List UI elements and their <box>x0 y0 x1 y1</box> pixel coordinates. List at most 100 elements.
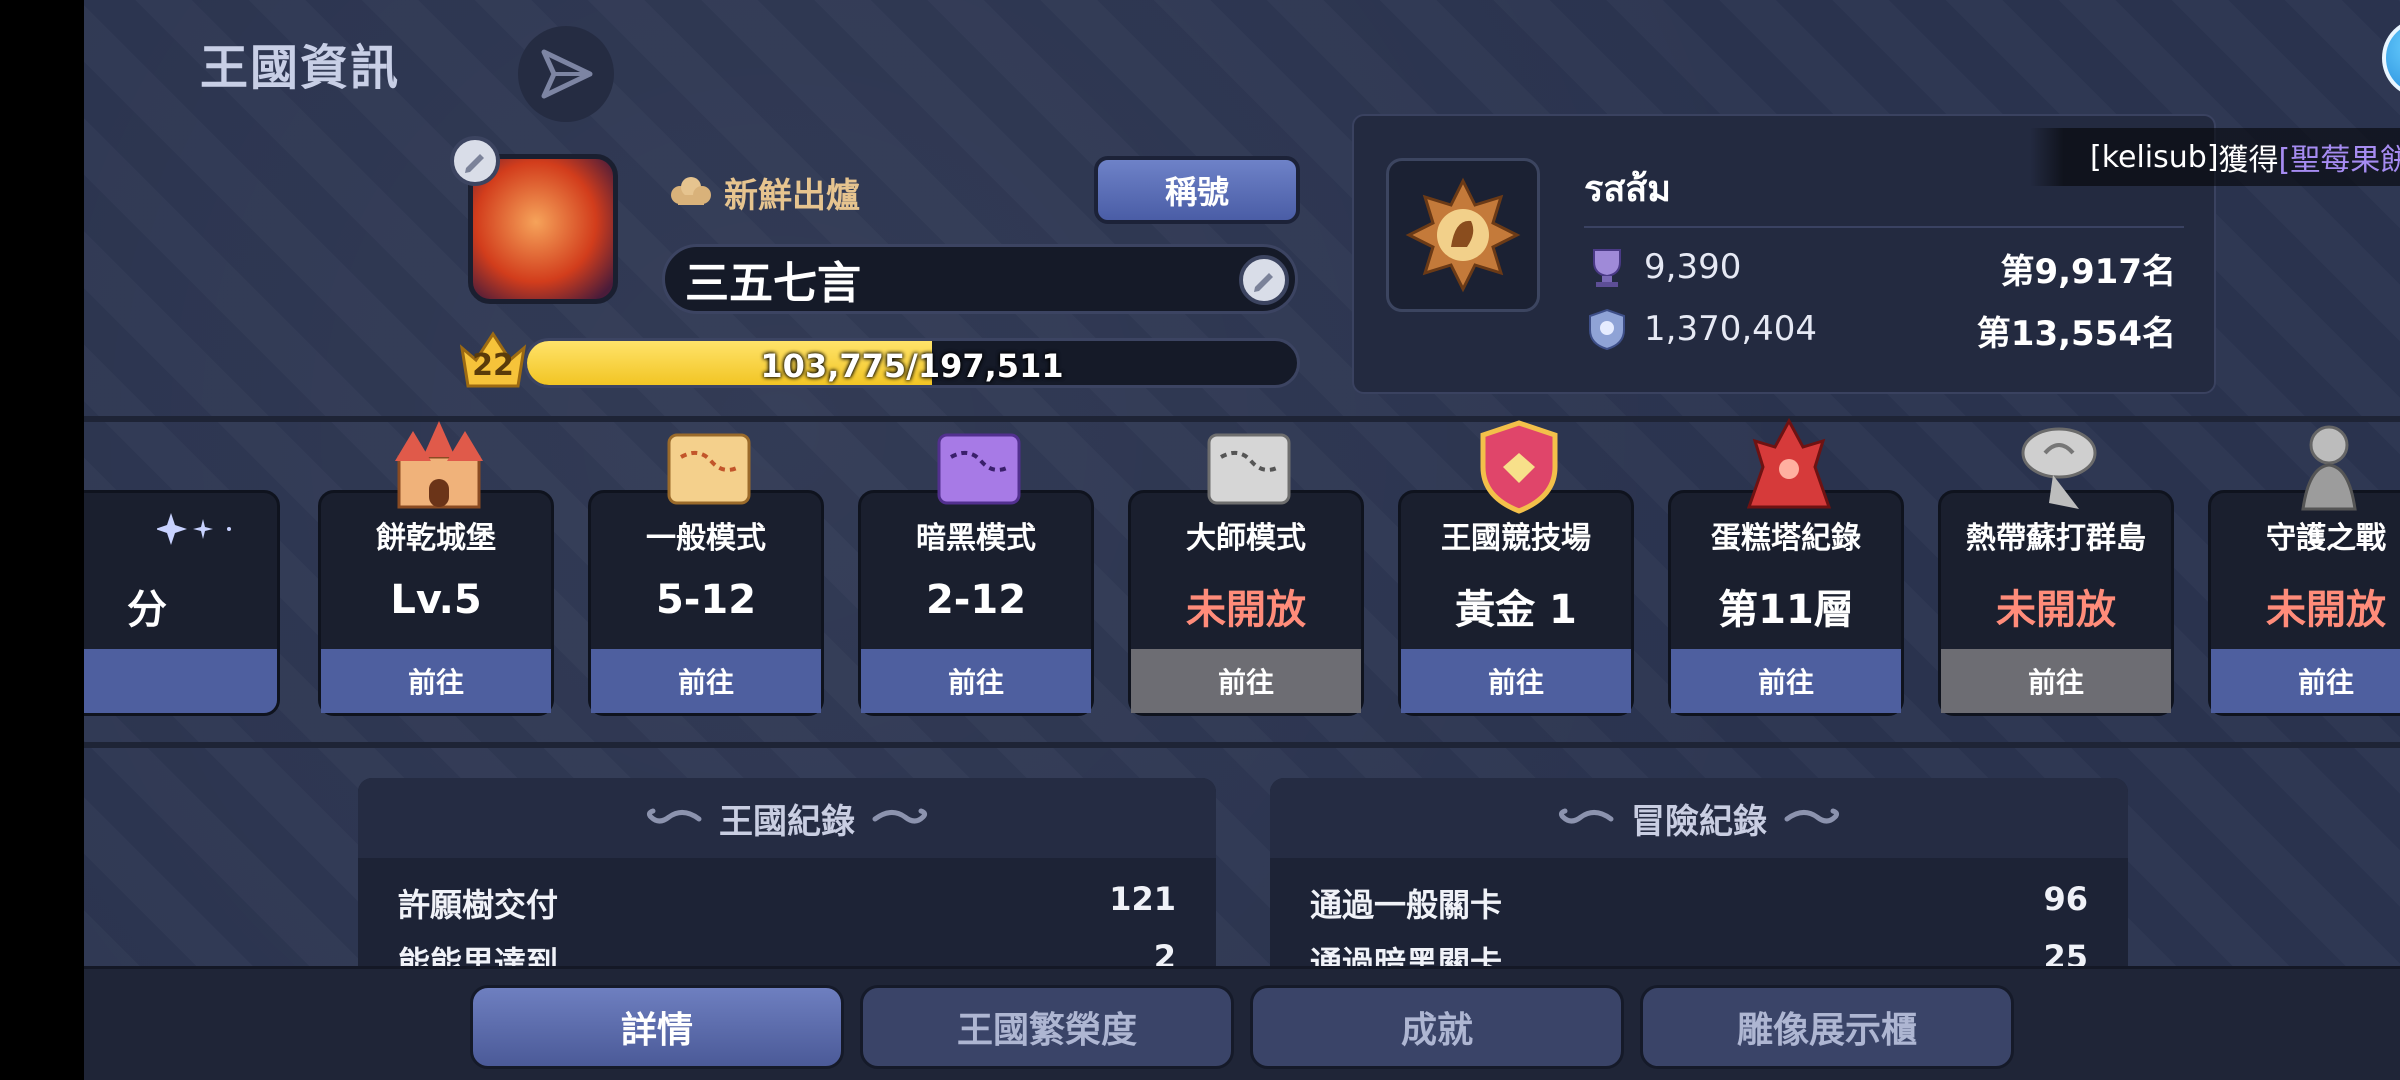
mode-value: Lv.5 <box>390 577 482 623</box>
mode-value: 黃金 1 <box>1455 587 1577 633</box>
record-label: 許願樹交付 <box>398 886 559 924</box>
record-row: 通過一般關卡 96 <box>1310 880 2088 926</box>
share-button[interactable] <box>518 26 614 122</box>
record-label: 通過一般關卡 <box>1310 886 1503 924</box>
mode-card-tropical-soda[interactable]: 熱帶蘇打群島 未開放 前往 <box>1938 427 2174 716</box>
avatar-edit-button[interactable] <box>450 136 500 186</box>
mode-name: 蛋糕塔紀錄 <box>1711 521 1861 556</box>
dark-map-icon <box>937 433 1021 505</box>
name-edit-button[interactable] <box>1239 255 1289 305</box>
guild-emblem <box>1386 158 1540 312</box>
mode-value: 第11層 <box>1718 587 1854 633</box>
guild-trophy-rank: 第9,917名 <box>2000 252 2176 292</box>
kingdom-name: 三五七言 <box>685 258 861 309</box>
mode-card-guardian[interactable]: 守護之戰 未開放 前往 <box>2208 425 2400 716</box>
mode-name: 餅乾城堡 <box>376 521 496 556</box>
castle-icon <box>395 421 483 509</box>
mode-go-button[interactable]: 前往 <box>321 649 551 713</box>
mode-value: 未開放 <box>1996 587 2116 633</box>
mode-card-partial[interactable]: 分 <box>84 490 280 716</box>
badge-row: 新鮮出爐 <box>668 168 860 217</box>
record-header: 王國紀錄 <box>358 778 1216 858</box>
guild-emblem-icon <box>1405 177 1521 293</box>
record-title: 王國紀錄 <box>719 801 855 842</box>
guild-divider <box>1584 226 2184 228</box>
record-value: 2 <box>1153 938 1176 968</box>
swirl-right-icon <box>1784 808 1840 824</box>
mode-card-normal[interactable]: 一般模式 5-12 前往 <box>588 433 824 716</box>
pencil-icon <box>1254 273 1273 292</box>
kingdom-record-panel: 王國紀錄 許願樹交付 121 能能里達到… 2 <box>358 778 1216 968</box>
mode-card-cake-tower[interactable]: 蛋糕塔紀錄 第11層 前往 <box>1668 417 1904 716</box>
avatar-container <box>450 136 628 314</box>
tab-statue-showcase[interactable]: 雕像展示櫃 <box>1640 985 2014 1069</box>
mode-name: 大師模式 <box>1186 521 1306 556</box>
bottom-tab-bar: 詳情 王國繁榮度 成就 雕像展示櫃 <box>84 966 2400 1080</box>
arena-shield-icon <box>1480 420 1558 514</box>
mode-value: 5-12 <box>655 577 757 623</box>
record-value: 25 <box>2043 938 2088 968</box>
record-row: 能能里達到… 2 <box>398 938 1176 968</box>
guardian-icon <box>2301 425 2357 511</box>
mode-go-button[interactable]: 前往 <box>1941 649 2171 713</box>
master-map-icon <box>1207 433 1291 505</box>
mode-go-button[interactable]: 前往 <box>1401 649 1631 713</box>
mode-value: 未開放 <box>1186 587 1306 633</box>
swirl-left-icon <box>1558 808 1614 824</box>
tab-details[interactable]: 詳情 <box>470 985 844 1069</box>
share-icon <box>541 49 593 99</box>
level-badge: 22 <box>456 328 530 392</box>
tab-prosperity[interactable]: 王國繁榮度 <box>860 985 1234 1069</box>
record-row: 許願樹交付 121 <box>398 880 1176 926</box>
guild-trophy-stat: 9,390 <box>1584 244 1741 290</box>
record-label: 能能里達到… <box>398 944 591 968</box>
kingdom-info-screen: 王國資訊 新鮮出爐 稱號 三五七言 103,775/197,511 22 รสส… <box>84 0 2400 1080</box>
notice-verb: 獲得 <box>2218 143 2279 178</box>
record-label: 通過暗黑關卡 <box>1310 944 1503 968</box>
tab-achievements[interactable]: 成就 <box>1250 985 1624 1069</box>
swirl-left-icon <box>646 808 702 824</box>
ticker-notice: [kelisub]獲得[聖莓果餅乾] <box>2030 128 2400 186</box>
adventure-record-panel: 冒險紀錄 通過一般關卡 96 通過暗黑關卡 25 <box>1270 778 2128 968</box>
record-value: 121 <box>1109 880 1176 918</box>
mode-value: 分 <box>127 587 167 633</box>
xp-bar: 103,775/197,511 <box>524 338 1300 388</box>
badge-label: 新鮮出爐 <box>724 176 860 216</box>
mode-name: 一般模式 <box>646 521 766 556</box>
mode-card-cookie-castle[interactable]: 餅乾城堡 Lv.5 前往 <box>318 421 554 716</box>
tower-icon <box>1746 417 1832 509</box>
mode-card-master[interactable]: 大師模式 未開放 前往 <box>1128 433 1364 716</box>
island-icon <box>2021 427 2097 509</box>
pencil-icon <box>465 154 484 173</box>
mode-go-button[interactable]: 前往 <box>861 649 1091 713</box>
page-title: 王國資訊 <box>200 40 401 96</box>
level-number: 22 <box>472 348 514 383</box>
guild-points-stat: 1,370,404 <box>1584 306 1817 352</box>
mode-go-button[interactable] <box>84 649 277 713</box>
record-title: 冒險紀錄 <box>1631 801 1767 842</box>
swirl-right-icon <box>872 808 928 824</box>
sparkle-icon <box>157 513 231 545</box>
guild-trophy-value: 9,390 <box>1644 247 1742 287</box>
cloud-badge-icon <box>671 176 711 205</box>
kingdom-name-field: 三五七言 <box>662 244 1298 314</box>
mode-go-button[interactable]: 前往 <box>2211 649 2400 713</box>
close-button[interactable] <box>2382 18 2400 98</box>
mode-name: 王國競技場 <box>1441 521 1591 556</box>
mode-go-button[interactable]: 前往 <box>591 649 821 713</box>
divider <box>84 742 2400 748</box>
guild-points-value: 1,370,404 <box>1644 309 1818 349</box>
mode-value: 未開放 <box>2266 587 2386 633</box>
mode-go-button[interactable]: 前往 <box>1131 649 1361 713</box>
mode-name: 暗黑模式 <box>916 521 1036 556</box>
mode-go-button[interactable]: 前往 <box>1671 649 1901 713</box>
title-button[interactable]: 稱號 <box>1094 156 1300 224</box>
mode-name: 守護之戰 <box>2266 521 2386 556</box>
mode-card-arena[interactable]: 王國競技場 黃金 1 前往 <box>1398 420 1634 716</box>
trophy-icon <box>1593 249 1621 287</box>
mode-value: 2-12 <box>925 577 1027 623</box>
record-value: 96 <box>2043 880 2088 918</box>
notice-item: [聖莓果餅乾] <box>2278 143 2400 178</box>
shield-medal-icon <box>1589 308 1625 351</box>
mode-card-dark[interactable]: 暗黑模式 2-12 前往 <box>858 433 1094 716</box>
